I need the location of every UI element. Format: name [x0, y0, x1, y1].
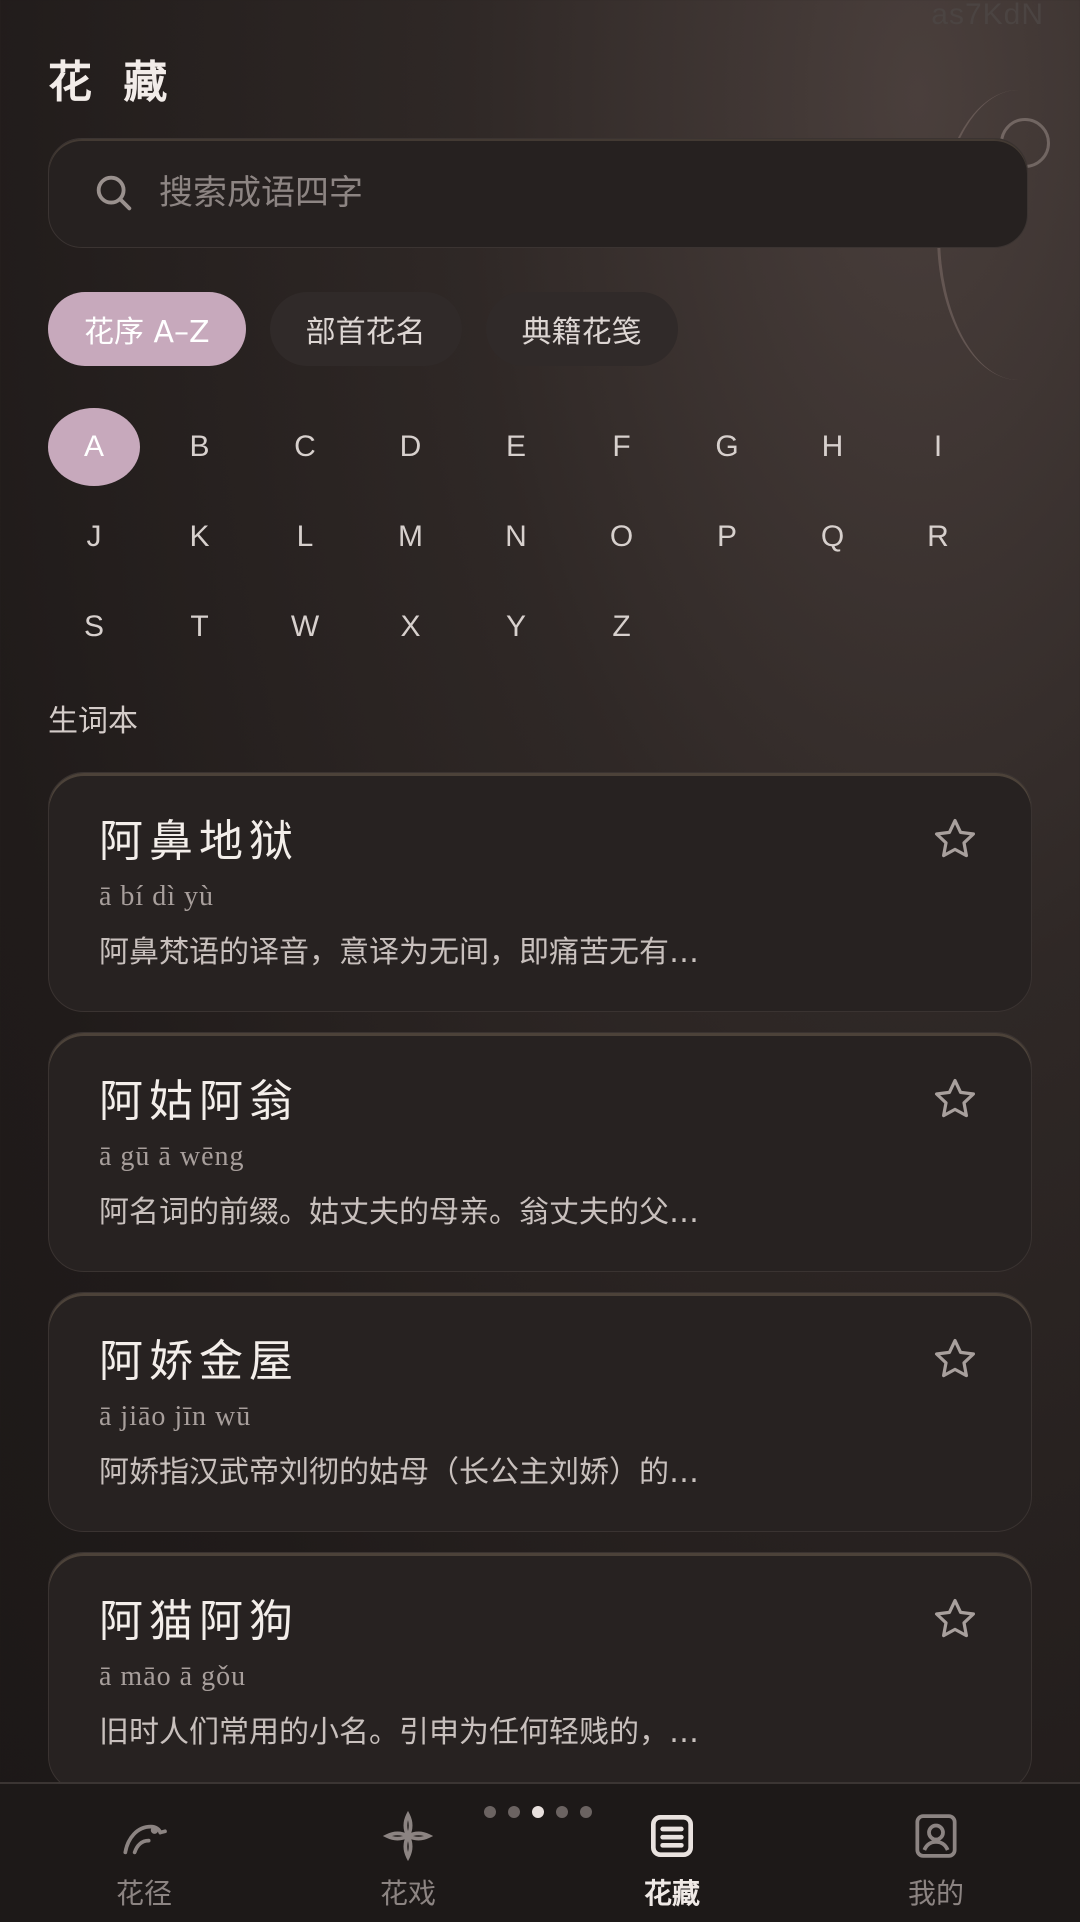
star-icon[interactable] — [931, 1335, 979, 1383]
nav-tab-profile[interactable]: 我的 — [856, 1808, 1016, 1912]
idiom-pinyin: ā māo ā gǒu — [99, 1661, 247, 1692]
bird-icon — [123, 1824, 167, 1855]
idiom-card[interactable]: 阿姑阿翁 ā gū ā wēng 阿名词的前缀。姑丈夫的母亲。翁丈夫的父… — [48, 1032, 1032, 1272]
letter-y[interactable]: Y — [470, 588, 562, 666]
idiom-card[interactable]: 阿鼻地狱 ā bí dì yù 阿鼻梵语的译音，意译为无间，即痛苦无有… — [48, 772, 1032, 1012]
letter-x[interactable]: X — [365, 588, 457, 666]
letter-s[interactable]: S — [48, 588, 140, 666]
letter-z[interactable]: Z — [576, 588, 668, 666]
letter-index: A B C D E F G H I J K L M N O P Q R S T … — [48, 408, 1028, 666]
letter-g[interactable]: G — [681, 408, 773, 486]
nav-label: 我的 — [907, 1877, 964, 1910]
letter-f[interactable]: F — [576, 408, 668, 486]
nav-label: 花径 — [115, 1877, 172, 1910]
letter-q[interactable]: Q — [787, 498, 879, 576]
star-icon[interactable] — [931, 815, 979, 863]
nav-tab-collection[interactable]: 花藏 — [592, 1808, 752, 1912]
letter-p[interactable]: P — [681, 498, 773, 576]
idiom-pinyin: ā gū ā wēng — [99, 1141, 245, 1172]
nav-tab-play[interactable]: 花戏 — [328, 1808, 488, 1912]
letter-w[interactable]: W — [259, 588, 351, 666]
letter-m[interactable]: M — [365, 498, 457, 576]
letter-k[interactable]: K — [154, 498, 246, 576]
idiom-title: 阿鼻地狱 — [99, 816, 299, 867]
letter-e[interactable]: E — [470, 408, 562, 486]
chip-classics[interactable]: 典籍花笺 — [485, 292, 678, 366]
letter-j[interactable]: J — [48, 498, 140, 576]
page-dot — [556, 1806, 568, 1818]
page-dot-active — [532, 1806, 544, 1818]
idiom-description: 旧时人们常用的小名。引申为任何轻贱的，… — [99, 1715, 699, 1750]
idiom-title: 阿娇金屋 — [99, 1336, 299, 1387]
idiom-description: 阿名词的前缀。姑丈夫的母亲。翁丈夫的父… — [99, 1195, 699, 1230]
book-icon — [651, 1815, 693, 1857]
letter-h[interactable]: H — [787, 408, 879, 486]
search-icon — [96, 175, 132, 211]
nav-label: 花藏 — [643, 1877, 700, 1910]
idiom-card[interactable]: 阿猫阿狗 ā māo ā gǒu 旧时人们常用的小名。引申为任何轻贱的，… — [48, 1552, 1032, 1792]
nav-label: 花戏 — [379, 1877, 436, 1910]
chip-alphabetical[interactable]: 花序 A–Z — [48, 292, 246, 366]
search-bar[interactable] — [48, 138, 1028, 248]
flower-icon — [382, 1810, 434, 1862]
star-icon[interactable] — [931, 1595, 979, 1643]
idiom-description: 阿鼻梵语的译音，意译为无间，即痛苦无有… — [99, 935, 699, 970]
page-dot — [508, 1806, 520, 1818]
letter-d[interactable]: D — [365, 408, 457, 486]
idiom-description: 阿娇指汉武帝刘彻的姑母（长公主刘娇）的… — [99, 1455, 699, 1490]
letter-l[interactable]: L — [259, 498, 351, 576]
bottom-navigation: 花径 花戏 花藏 我的 — [0, 1782, 1080, 1922]
idiom-title: 阿姑阿翁 — [99, 1076, 299, 1127]
idiom-pinyin: ā jiāo jīn wū — [99, 1401, 252, 1432]
letter-r[interactable]: R — [892, 498, 984, 576]
letter-a[interactable]: A — [48, 408, 140, 486]
idiom-card[interactable]: 阿娇金屋 ā jiāo jīn wū 阿娇指汉武帝刘彻的姑母（长公主刘娇）的… — [48, 1292, 1032, 1532]
letter-o[interactable]: O — [576, 498, 668, 576]
page-indicator — [484, 1806, 592, 1818]
star-icon[interactable] — [931, 1075, 979, 1123]
nav-tab-path[interactable]: 花径 — [64, 1808, 224, 1912]
section-title-vocabulary: 生词本 — [48, 704, 138, 739]
chip-radical[interactable]: 部首花名 — [269, 292, 462, 366]
idiom-list: 阿鼻地狱 ā bí dì yù 阿鼻梵语的译音，意译为无间，即痛苦无有… 阿姑阿… — [48, 772, 1032, 1812]
letter-b[interactable]: B — [154, 408, 246, 486]
watermark-text: as7KdN — [931, 0, 1044, 31]
page-title: 花 藏 — [48, 57, 176, 108]
letter-i[interactable]: I — [892, 408, 984, 486]
filter-chips: 花序 A–Z 部首花名 典籍花笺 — [48, 292, 678, 366]
letter-c[interactable]: C — [259, 408, 351, 486]
page-dot — [580, 1806, 592, 1818]
idiom-title: 阿猫阿狗 — [99, 1596, 299, 1647]
profile-icon — [915, 1814, 957, 1858]
letter-n[interactable]: N — [470, 498, 562, 576]
search-input[interactable] — [157, 172, 961, 214]
letter-t[interactable]: T — [154, 588, 246, 666]
idiom-pinyin: ā bí dì yù — [99, 881, 214, 912]
